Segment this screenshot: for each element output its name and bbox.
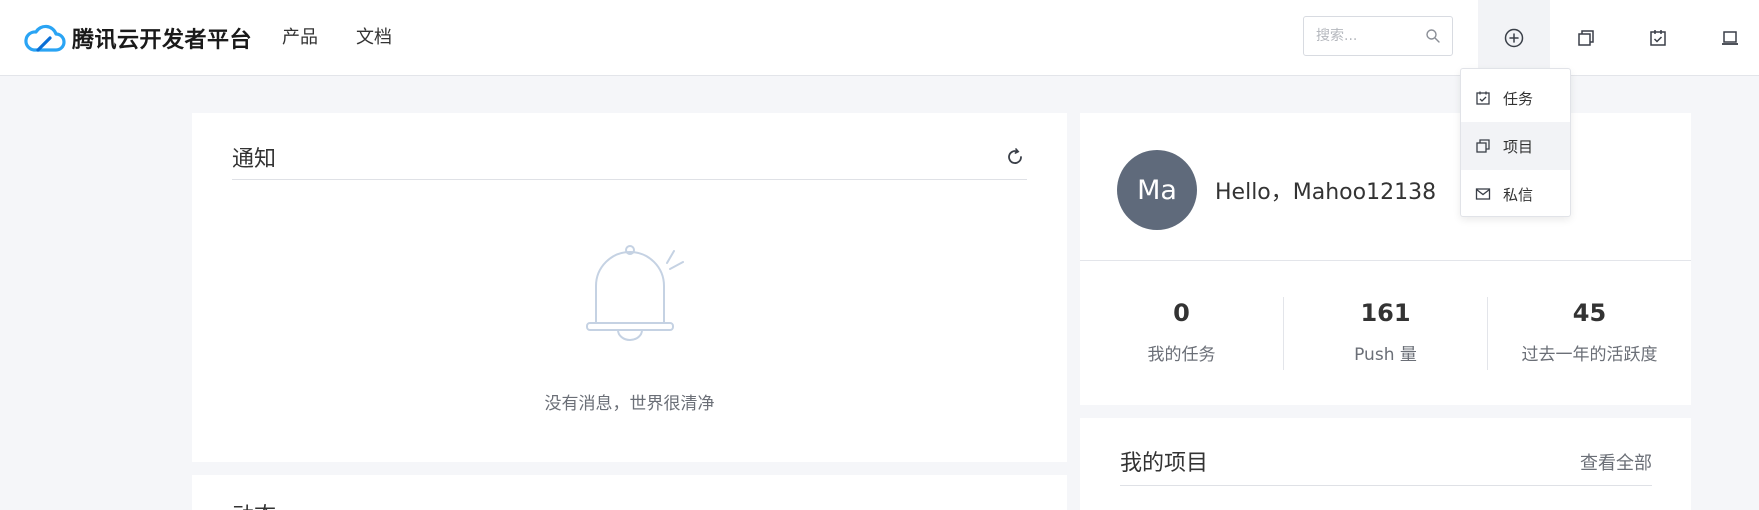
stat-push-count[interactable]: 161 Push 量 — [1284, 298, 1487, 365]
profile-divider — [1080, 260, 1691, 261]
workspace-button[interactable] — [1694, 0, 1759, 76]
search-input[interactable] — [1316, 25, 1424, 47]
stat-label: Push 量 — [1354, 345, 1417, 365]
projects-divider — [1120, 485, 1652, 486]
stat-activity[interactable]: 45 过去一年的活跃度 — [1488, 298, 1691, 365]
view-all-link[interactable]: 查看全部 — [1580, 449, 1652, 475]
activity-title: 动态 — [232, 498, 276, 510]
dropdown-item-label: 项目 — [1503, 137, 1534, 156]
logo[interactable]: 腾讯云开发者平台 — [24, 20, 252, 56]
profile-card: Ma Hello，Mahoo12138 0 我的任务 161 Push 量 45… — [1080, 113, 1691, 405]
create-button[interactable] — [1478, 0, 1550, 76]
nav-item-docs[interactable]: 文档 — [356, 26, 392, 50]
projects-title: 我的项目 — [1120, 451, 1209, 476]
projects-card: 我的项目 查看全部 — [1080, 418, 1691, 510]
stat-my-tasks[interactable]: 0 我的任务 — [1080, 298, 1283, 365]
cloud-logo-icon — [24, 24, 66, 52]
plus-circle-icon — [1504, 28, 1524, 48]
create-dropdown-menu: 任务 项目 私信 — [1460, 68, 1571, 217]
copy-icon — [1578, 30, 1594, 46]
search-box — [1303, 16, 1453, 56]
laptop-icon — [1722, 31, 1738, 45]
projects-button[interactable] — [1550, 0, 1622, 76]
copy-icon — [1476, 139, 1490, 153]
logo-text: 腾讯云开发者平台 — [72, 28, 253, 53]
dropdown-item-label: 任务 — [1503, 89, 1534, 108]
empty-message: 没有消息，世界很清净 — [544, 394, 715, 414]
avatar[interactable]: Ma — [1117, 150, 1197, 230]
calendar-check-icon — [1650, 30, 1666, 46]
refresh-icon[interactable] — [1005, 147, 1025, 167]
calendar-check-icon — [1476, 91, 1490, 105]
dropdown-item-message[interactable]: 私信 — [1461, 170, 1570, 218]
main-nav: 产品 文档 — [282, 26, 430, 50]
notice-title: 通知 — [232, 147, 277, 172]
nav-item-products[interactable]: 产品 — [282, 26, 318, 50]
stat-value: 161 — [1360, 299, 1411, 327]
bell-icon — [586, 245, 684, 341]
dropdown-item-task[interactable]: 任务 — [1461, 74, 1570, 122]
stat-value: 45 — [1572, 299, 1607, 327]
dropdown-item-project[interactable]: 项目 — [1461, 122, 1570, 170]
search-icon[interactable] — [1425, 28, 1441, 44]
mail-icon — [1475, 188, 1491, 200]
top-header: 腾讯云开发者平台 产品 文档 — [0, 0, 1759, 76]
dropdown-item-label: 私信 — [1503, 185, 1534, 204]
stat-label: 我的任务 — [1147, 345, 1216, 365]
greeting-text: Hello，Mahoo12138 — [1215, 180, 1437, 205]
notice-divider — [232, 179, 1027, 180]
notice-card: 通知 没有消息，世界很清净 — [192, 113, 1067, 462]
activity-card: 动态 — [192, 475, 1067, 510]
stat-value: 0 — [1173, 299, 1190, 327]
stat-label: 过去一年的活跃度 — [1521, 345, 1658, 365]
tasks-button[interactable] — [1622, 0, 1694, 76]
